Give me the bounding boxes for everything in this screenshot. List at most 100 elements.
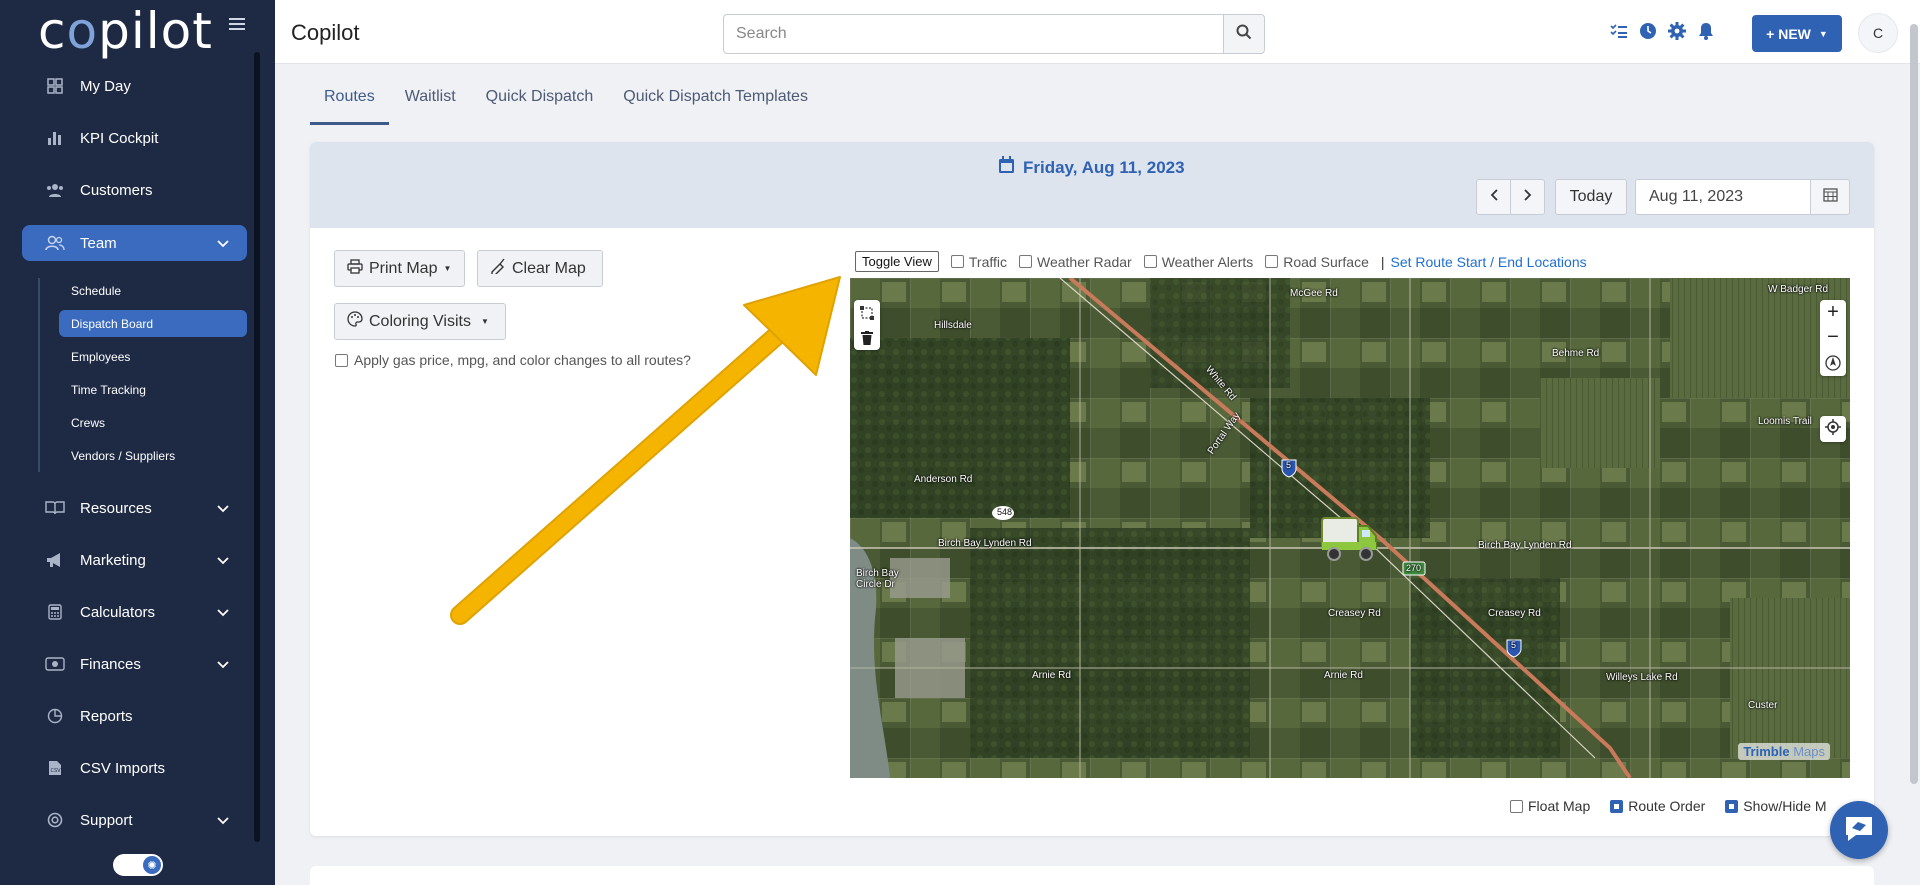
weather-alerts-checkbox[interactable] xyxy=(1143,255,1157,268)
prev-day-button[interactable] xyxy=(1476,179,1511,215)
pie-chart-icon xyxy=(44,707,66,725)
copilot-logo[interactable]: copilot xyxy=(38,2,213,60)
weather-radar-option[interactable]: Weather Radar xyxy=(1019,254,1132,270)
coloring-visits-button[interactable]: Coloring Visits ▼ xyxy=(334,303,506,340)
date-title: Friday, Aug 11, 2023 xyxy=(998,156,1185,179)
map-label: 548 xyxy=(997,507,1013,517)
submenu-guide-line xyxy=(38,278,40,472)
set-route-locations-link[interactable]: Set Route Start / End Locations xyxy=(1391,254,1587,270)
new-button[interactable]: + NEW ▼ xyxy=(1752,15,1842,52)
float-map-option[interactable]: Float Map xyxy=(1510,798,1590,814)
map-label: 270 xyxy=(1406,563,1422,573)
map-label: Creasey Rd xyxy=(1488,608,1541,619)
sidebar-subitem-vendors-suppliers[interactable]: Vendors / Suppliers xyxy=(59,442,247,469)
theme-toggle[interactable]: ✺ xyxy=(113,854,163,876)
sidebar-item-team[interactable]: Team xyxy=(22,225,247,261)
toggle-view-button[interactable]: Toggle View xyxy=(855,251,939,272)
bell-icon[interactable] xyxy=(1697,22,1715,40)
sidebar-scrollbar[interactable] xyxy=(254,52,260,842)
map-label: 5 xyxy=(1286,460,1292,470)
search-icon xyxy=(1236,24,1252,45)
locate-me-button[interactable] xyxy=(1820,416,1846,442)
tab-quick-dispatch-templates[interactable]: Quick Dispatch Templates xyxy=(609,84,822,125)
sidebar-subitem-schedule[interactable]: Schedule xyxy=(59,277,247,304)
route-order-option[interactable]: Route Order xyxy=(1610,798,1705,814)
tab-quick-dispatch[interactable]: Quick Dispatch xyxy=(472,84,608,125)
chat-button[interactable] xyxy=(1830,801,1888,859)
truck-icon xyxy=(1321,517,1377,561)
sidebar-item-calculators[interactable]: Calculators xyxy=(22,594,247,630)
map-label: Creasey Rd xyxy=(1328,608,1381,619)
page-scrollbar[interactable] xyxy=(1910,24,1918,784)
search-input[interactable] xyxy=(723,14,1231,54)
route-order-checkbox[interactable] xyxy=(1610,799,1624,813)
show-hide-option[interactable]: Show/Hide M xyxy=(1725,798,1827,814)
date-picker-button[interactable] xyxy=(1810,179,1850,215)
routes-card: Friday, Aug 11, 2023 Today Aug 11, 2023 … xyxy=(310,142,1874,836)
next-day-button[interactable] xyxy=(1510,179,1545,215)
zoom-in-icon[interactable]: + xyxy=(1820,300,1846,325)
map-label: 5 xyxy=(1511,640,1517,650)
road-surface-checkbox[interactable] xyxy=(1265,255,1279,268)
zoom-out-icon[interactable]: − xyxy=(1820,325,1846,350)
avatar[interactable]: C xyxy=(1858,13,1898,53)
calendar-icon xyxy=(998,156,1015,179)
print-map-button[interactable]: Print Map ▼ xyxy=(334,250,465,287)
clock-icon[interactable] xyxy=(1639,22,1657,40)
sidebar-item-finances[interactable]: Finances xyxy=(22,646,247,682)
sidebar-subitem-time-tracking[interactable]: Time Tracking xyxy=(59,376,247,403)
road-surface-option[interactable]: Road Surface xyxy=(1265,254,1369,270)
tasks-icon[interactable] xyxy=(1610,22,1628,40)
float-map-checkbox[interactable] xyxy=(1510,799,1523,813)
tab-routes[interactable]: Routes xyxy=(310,84,389,125)
coloring-visits-label: Coloring Visits xyxy=(369,312,471,330)
sidebar-item-support[interactable]: Support xyxy=(22,802,247,838)
team-icon xyxy=(44,234,66,252)
weather-alerts-label: Weather Alerts xyxy=(1161,253,1254,270)
date-input[interactable]: Aug 11, 2023 xyxy=(1635,179,1811,215)
sidebar-item-customers[interactable]: Customers xyxy=(22,172,247,208)
sidebar-item-resources[interactable]: Resources xyxy=(22,490,247,526)
weather-radar-checkbox[interactable] xyxy=(1019,255,1032,268)
trimble-brand: Trimble xyxy=(1743,744,1790,759)
search-button[interactable] xyxy=(1223,14,1265,54)
tab-waitlist[interactable]: Waitlist xyxy=(391,84,470,125)
draw-controls xyxy=(854,300,880,350)
sidebar-item-marketing[interactable]: Marketing xyxy=(22,542,247,578)
sidebar-subitem-employees[interactable]: Employees xyxy=(59,343,247,370)
weather-alerts-option[interactable]: Weather Alerts xyxy=(1143,253,1254,270)
show-hide-checkbox[interactable] xyxy=(1725,799,1739,813)
sidebar-subitem-crews[interactable]: Crews xyxy=(59,409,247,436)
users-icon xyxy=(44,181,66,199)
sidebar-item-reports[interactable]: Reports xyxy=(22,698,247,734)
map-label: W Badger Rd xyxy=(1768,284,1829,295)
map-label: Loomis Trail xyxy=(1758,416,1812,427)
trimble-maps-attribution[interactable]: Trimble Maps xyxy=(1738,743,1830,760)
calendar-grid-icon xyxy=(1822,187,1838,207)
gear-icon[interactable] xyxy=(1668,22,1686,40)
sidebar-item-label: Calculators xyxy=(80,603,156,621)
sidebar-item-kpi-cockpit[interactable]: KPI Cockpit xyxy=(22,120,247,156)
clear-map-button[interactable]: Clear Map xyxy=(477,250,603,287)
sidebar-item-label: My Day xyxy=(80,77,131,95)
caret-down-icon: ▼ xyxy=(480,317,489,326)
bar-chart-icon xyxy=(44,129,66,147)
truck-marker[interactable] xyxy=(1320,512,1380,564)
select-area-icon[interactable] xyxy=(854,300,880,325)
hamburger-menu-icon[interactable] xyxy=(229,18,245,32)
compass-icon[interactable] xyxy=(1820,350,1846,375)
today-button[interactable]: Today xyxy=(1555,179,1627,215)
chevron-right-icon xyxy=(1523,188,1532,206)
apply-all-checkbox[interactable] xyxy=(335,353,348,367)
sidebar-item-csv-imports[interactable]: CSV CSV Imports xyxy=(22,750,247,786)
sidebar-item-my-day[interactable]: My Day xyxy=(22,68,247,104)
map-label: Hillsdale xyxy=(934,320,972,331)
traffic-checkbox[interactable] xyxy=(950,255,964,268)
map-label: McGee Rd xyxy=(1290,288,1338,299)
trash-icon[interactable] xyxy=(854,325,880,350)
satellite-map[interactable]: W Badger Rd McGee Rd Hillsdale Behme Rd … xyxy=(850,278,1850,778)
traffic-option[interactable]: Traffic xyxy=(950,254,1007,270)
tab-bar: Routes Waitlist Quick Dispatch Quick Dis… xyxy=(310,84,824,125)
chevron-down-icon xyxy=(217,235,229,252)
sidebar-subitem-dispatch-board[interactable]: Dispatch Board xyxy=(59,310,247,337)
